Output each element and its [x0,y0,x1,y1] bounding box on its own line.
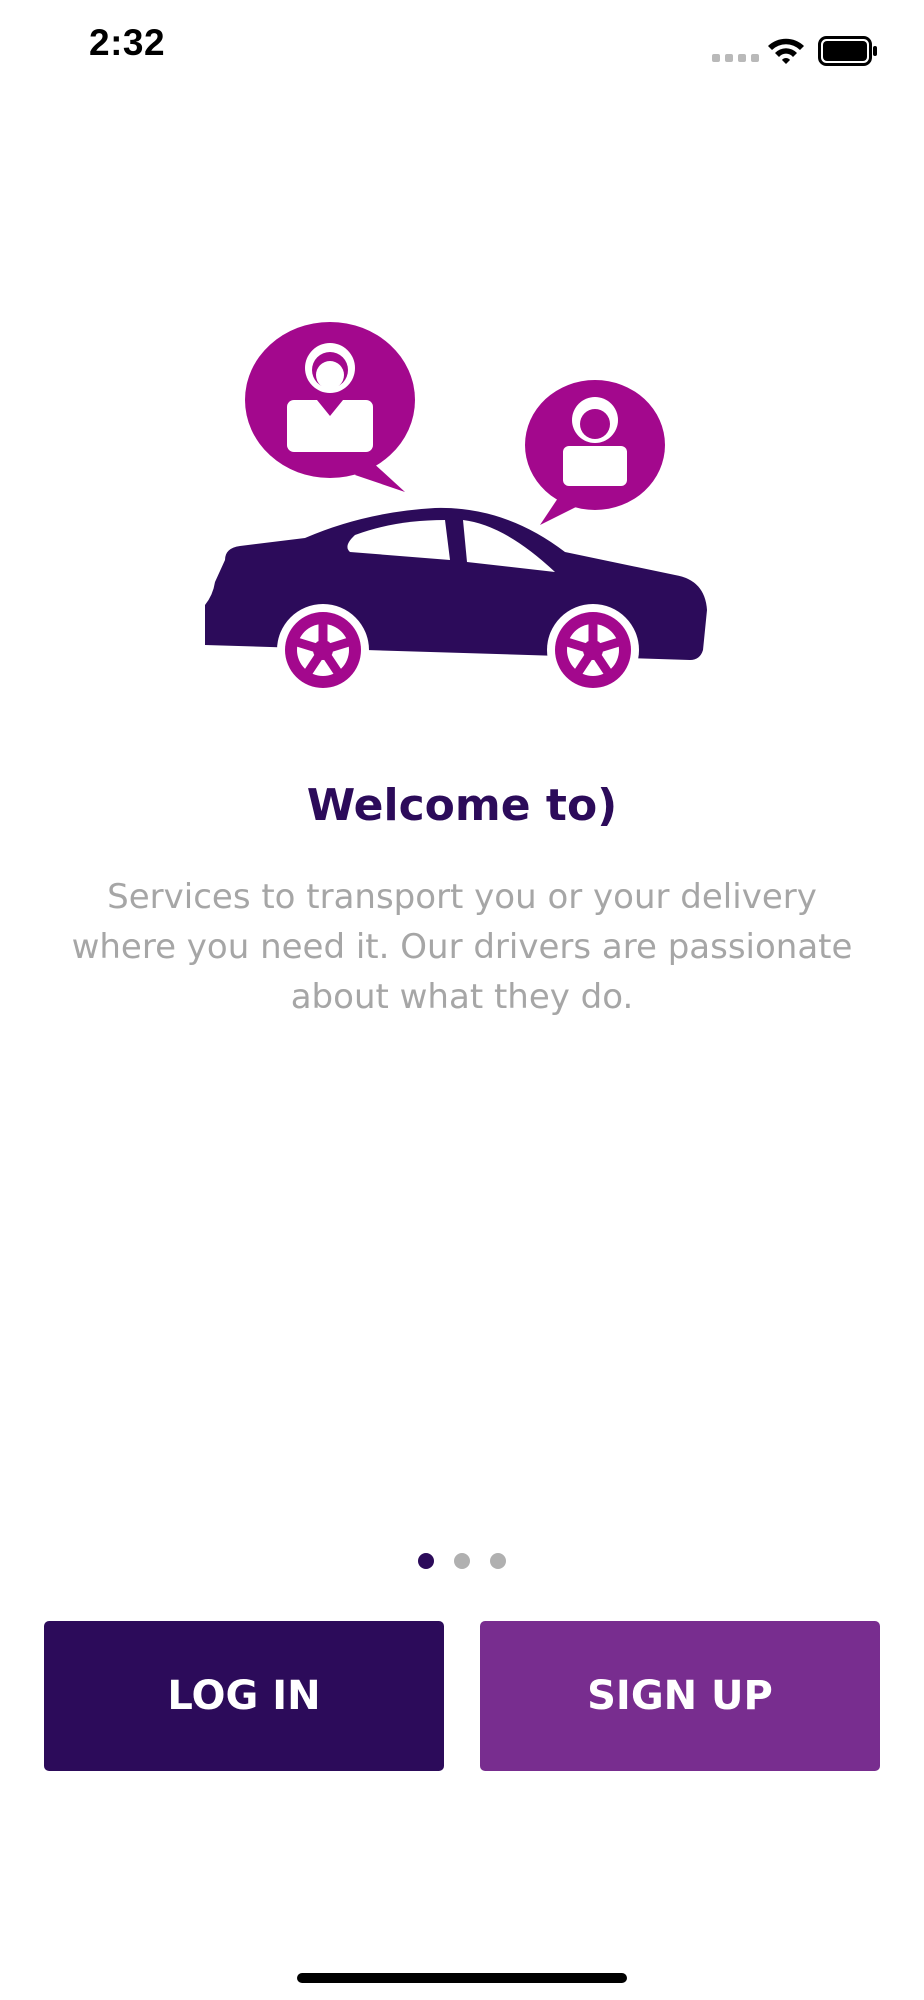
speech-bubble-left-icon [245,322,415,492]
signal-dots-icon [712,54,759,62]
signup-button[interactable]: SIGN UP [480,1621,880,1771]
battery-icon [818,36,877,66]
car-icon [205,507,707,696]
welcome-description: Services to transport you or your delive… [71,877,853,1017]
page-dot-2[interactable] [454,1553,470,1569]
wifi-icon [768,38,804,64]
login-button[interactable]: LOG IN [44,1621,444,1771]
page-dot-3[interactable] [490,1553,506,1569]
status-time: 2:32 [89,22,166,63]
home-indicator[interactable] [297,1973,627,1983]
car-chat-illustration [205,322,707,696]
status-bar: 2:32 [0,0,924,100]
welcome-title: Welcome to) [306,780,618,831]
speech-bubble-right-icon [525,380,665,525]
page-indicator[interactable] [0,1553,924,1569]
page-dot-1[interactable] [418,1553,434,1569]
